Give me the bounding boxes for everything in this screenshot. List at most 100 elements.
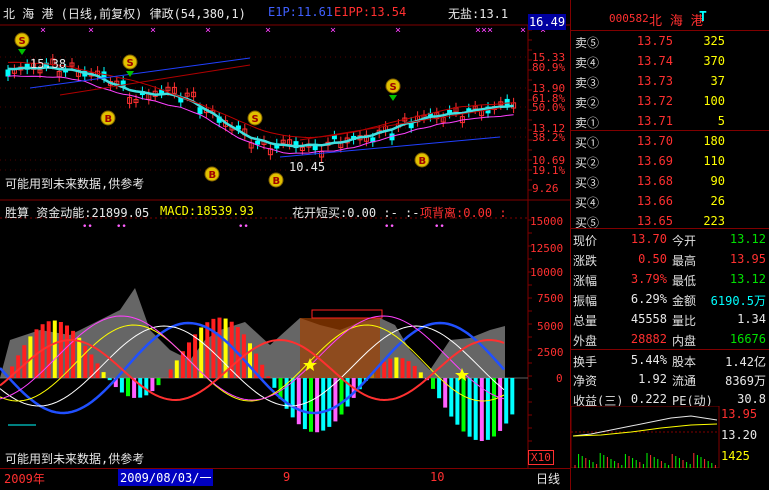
macd-histogram-bar xyxy=(22,345,27,378)
indicator-y-tick: 0 xyxy=(556,372,563,385)
signal-letter: S xyxy=(19,36,26,47)
buys-volume: 180 xyxy=(703,134,725,148)
stat-label: 流通 xyxy=(672,374,697,388)
mini-high: 13.95 xyxy=(721,407,758,421)
top-marker: × xyxy=(150,25,156,36)
stat-label: 换手 xyxy=(573,355,598,369)
sells-price: 13.72 xyxy=(636,94,673,108)
buys-label: 买① xyxy=(575,136,600,150)
buys-row[interactable]: 买④ 13.66 26 xyxy=(573,191,768,211)
stat-value: 6190.5万 xyxy=(710,294,766,308)
sells-price: 13.73 xyxy=(636,74,673,88)
buys-row[interactable]: 买② 13.69 110 xyxy=(573,151,768,171)
buys-row[interactable]: 买① 13.70 180 xyxy=(573,131,768,151)
candlestick xyxy=(197,107,203,115)
buys-volume: 90 xyxy=(710,174,725,188)
down-arrow-icon xyxy=(18,49,26,55)
top-marker: ××× xyxy=(475,25,493,36)
sells-label: 卖⑤ xyxy=(575,36,600,50)
macd-histogram-bar xyxy=(217,317,222,378)
stat-row: 振幅 6.29% 金额 6190.5万 xyxy=(571,289,769,309)
macd-histogram-bar xyxy=(315,378,320,433)
stat-value: 1.92 xyxy=(638,372,667,386)
macd-histogram-bar xyxy=(309,378,313,432)
y-tick-label: 19.1% xyxy=(532,164,566,177)
indicator-y-tick: 12500 xyxy=(530,242,564,255)
macd-histogram-bar xyxy=(510,378,515,415)
macd-histogram-bar xyxy=(138,378,143,398)
period-label[interactable]: 日线 xyxy=(536,470,560,487)
macd-histogram-bar xyxy=(144,378,149,396)
sells-label: 卖① xyxy=(575,116,600,130)
indicator-marker: •• xyxy=(238,222,249,232)
macd-histogram-bar xyxy=(418,372,423,378)
sells-row[interactable]: 卖② 13.72 100 xyxy=(573,91,768,111)
macd-histogram-bar xyxy=(126,378,130,397)
sells-volume: 37 xyxy=(710,74,725,88)
indicator-y-tick: 15000 xyxy=(530,215,564,228)
stat-label: 净资 xyxy=(573,374,598,388)
stat-value: 13.95 xyxy=(729,252,766,266)
candlestick xyxy=(255,140,261,145)
macd-histogram-bar xyxy=(290,378,295,418)
label-low-price: 10.45 xyxy=(289,160,326,174)
year-label: 2009年 xyxy=(4,472,45,486)
macd-histogram-bar xyxy=(272,378,277,388)
stat-label: 金额 xyxy=(672,294,697,308)
macd-histogram-bar xyxy=(492,378,496,437)
top-marker: × xyxy=(40,25,46,36)
indicator-disclaimer: 可能用到未来数据,供参考 xyxy=(5,452,145,466)
sells-price: 13.75 xyxy=(636,34,673,48)
month-9: 9 xyxy=(283,470,291,484)
stock-name: 北 海 港 xyxy=(649,14,704,29)
macd-histogram-bar xyxy=(58,321,63,378)
stat-label: 量比 xyxy=(672,314,697,328)
buys-price: 13.66 xyxy=(636,194,673,208)
buys-row[interactable]: 买③ 13.68 90 xyxy=(573,171,768,191)
chart-area[interactable]: × × × × × × × ××× × × S S S S B B B B •• •• •• •• •• 北 海 港 (日线… xyxy=(0,0,570,490)
sells-row[interactable]: 卖① 13.71 5 xyxy=(573,111,768,131)
sells-label: 卖② xyxy=(575,96,600,110)
stat-label: 最低 xyxy=(672,274,697,288)
macd-histogram-bar xyxy=(52,320,57,378)
indicator-marker: •• xyxy=(116,222,127,232)
indicator-y-tick: 2500 xyxy=(537,346,564,359)
zoom-x10[interactable]: X10 xyxy=(528,450,554,465)
volume-area xyxy=(0,288,505,378)
macd-histogram-bar xyxy=(321,378,326,431)
month-10: 10 xyxy=(430,470,445,484)
indicator-y-tick: 5000 xyxy=(537,320,564,333)
macd-histogram-bar xyxy=(193,334,198,378)
signal-letter: B xyxy=(419,156,427,167)
sells-row[interactable]: 卖④ 13.74 370 xyxy=(573,51,768,71)
buys-price: 13.69 xyxy=(636,154,673,168)
kline-chart-canvas[interactable]: × × × × × × × ××× × ×SSSSBBBB•• •• •• •• •• xyxy=(0,0,570,490)
stat-label: 内盘 xyxy=(672,334,697,348)
macd-histogram-bar xyxy=(16,355,21,378)
stat-value: 3.79% xyxy=(630,272,667,286)
stat-label: 总量 xyxy=(573,314,598,328)
candlestick xyxy=(331,135,337,140)
macd-histogram-bar xyxy=(296,378,301,425)
buys-price: 13.65 xyxy=(636,214,673,228)
stat-label: 今开 xyxy=(672,234,697,248)
stat-value: 1.42亿 xyxy=(725,355,766,369)
sells-volume: 325 xyxy=(703,34,725,48)
stat-row: 涨幅 3.79% 最低 13.12 xyxy=(571,269,769,289)
stat-label: 振幅 xyxy=(573,294,598,308)
stock-code: 000582 xyxy=(609,12,649,25)
top-marker: × xyxy=(520,25,526,36)
sells-price: 13.74 xyxy=(636,54,673,68)
stat-value: 0.50 xyxy=(638,252,667,266)
macd-histogram-bar xyxy=(431,378,435,389)
macd-histogram-bar xyxy=(437,378,442,399)
macd-histogram-bar xyxy=(485,378,490,440)
stat-value: 13.70 xyxy=(630,232,667,246)
macd-histogram-bar xyxy=(107,378,112,381)
y-tick-label: 50.0% xyxy=(532,101,566,114)
macd-histogram-bar xyxy=(339,378,344,415)
sells-row[interactable]: 卖⑤ 13.75 325 xyxy=(573,31,768,51)
top-marker: × xyxy=(88,25,94,36)
stat-value: 13.12 xyxy=(729,232,766,246)
sells-row[interactable]: 卖③ 13.73 37 xyxy=(573,71,768,91)
